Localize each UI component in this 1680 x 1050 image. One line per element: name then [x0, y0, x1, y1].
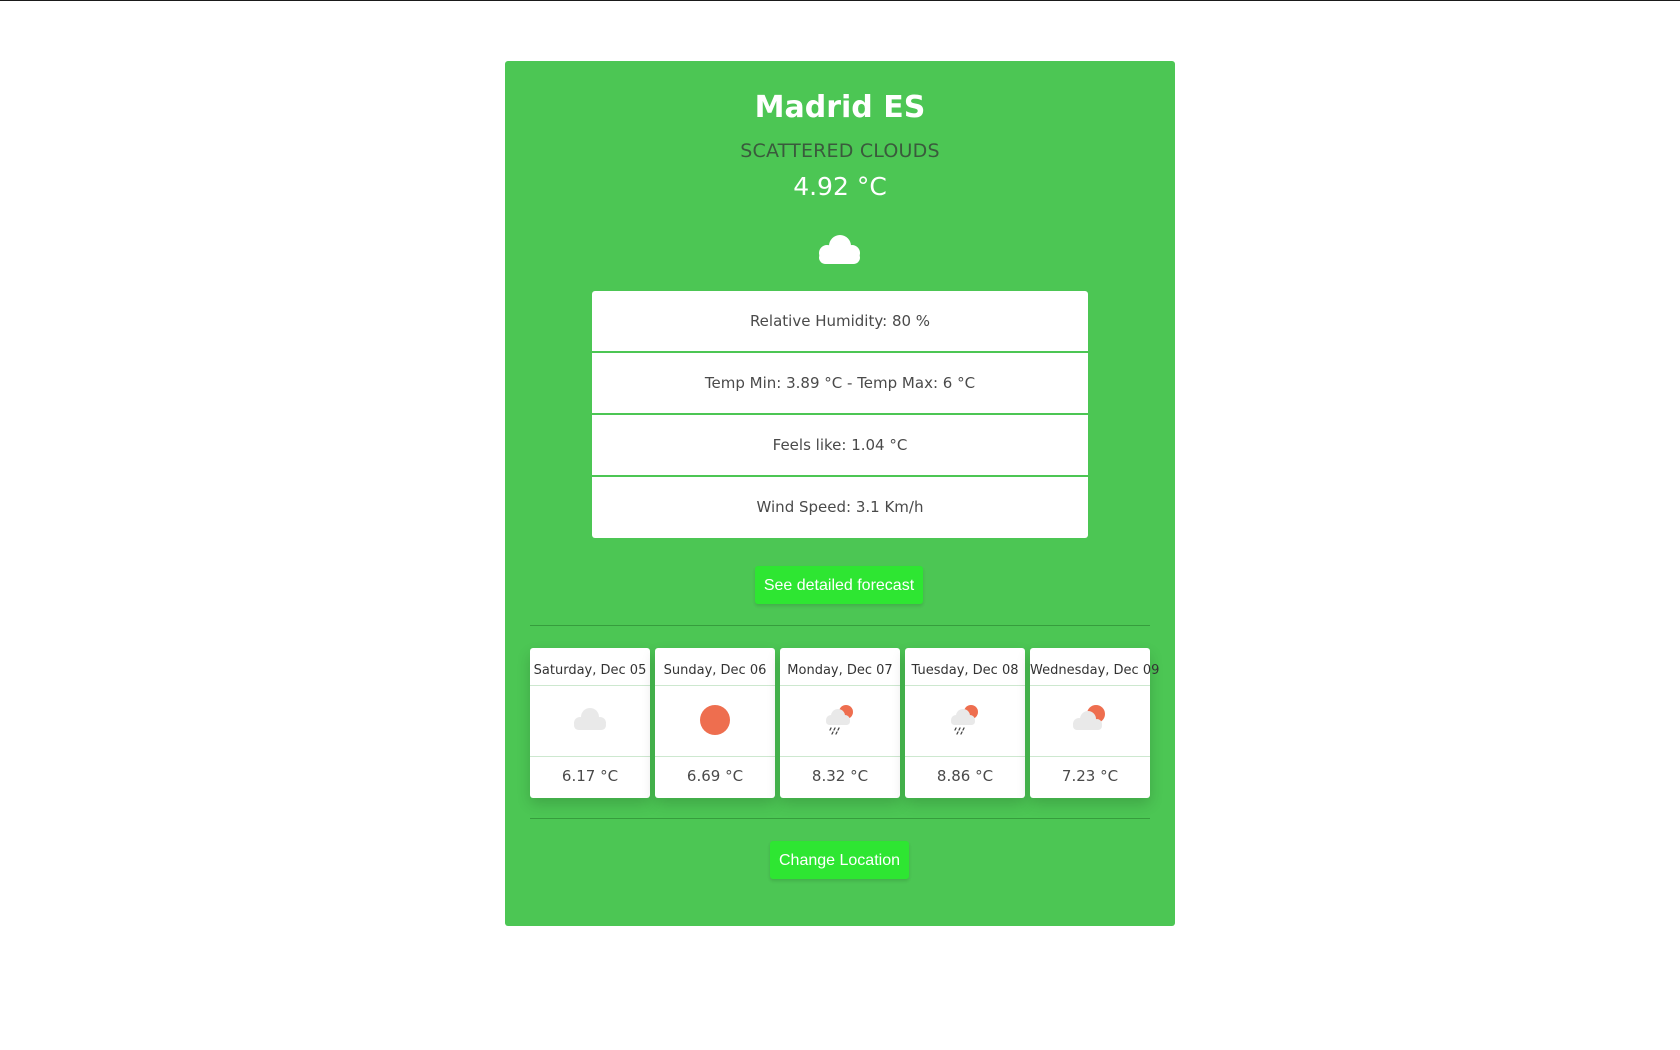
rain-sun-icon [826, 705, 853, 735]
forecast-icon-cell [655, 686, 775, 757]
forecast-day-card: Tuesday, Dec 08 8.86 °C [905, 648, 1025, 798]
wind-speed-row: Wind Speed: 3.1 Km/h [756, 498, 924, 516]
humidity-row: Relative Humidity: 80 % [592, 291, 1088, 353]
top-border [0, 0, 1680, 1]
weather-card: Madrid ES SCATTERED CLOUDS 4.92 °C Relat… [505, 61, 1175, 926]
forecast-icon-cell [530, 686, 650, 757]
forecast-temperature: 6.69 °C [686, 767, 744, 785]
rain-sun-icon [951, 705, 978, 735]
cloud-icon [574, 708, 606, 730]
temp-range-row: Temp Min: 3.89 °C - Temp Max: 6 °C [592, 353, 1088, 415]
divider [530, 625, 1150, 626]
details-panel: Relative Humidity: 80 % Temp Min: 3.89 °… [592, 291, 1088, 538]
detailed-forecast-button[interactable]: See detailed forecast [755, 566, 923, 604]
forecast-temperature: 7.23 °C [1061, 767, 1119, 785]
cloud-sun-icon [1073, 705, 1105, 730]
change-location-button[interactable]: Change Location [770, 841, 909, 879]
forecast-icon-cell [905, 686, 1025, 757]
divider [530, 818, 1150, 819]
cloud-icon [813, 231, 865, 267]
forecast-day-card: Saturday, Dec 05 6.17 °C [530, 648, 650, 798]
forecast-day-name: Tuesday, Dec 08 [905, 648, 1025, 686]
city-title: Madrid ES [754, 90, 926, 125]
forecast-day-name: Sunday, Dec 06 [655, 648, 775, 686]
forecast-list: Saturday, Dec 05 6.17 °C Sunday, Dec 06 [530, 648, 1159, 798]
forecast-temperature: 8.32 °C [811, 767, 869, 785]
sun-icon [700, 705, 730, 735]
forecast-day-name: Monday, Dec 07 [780, 648, 900, 686]
feels-like-row: Feels like: 1.04 °C [592, 415, 1088, 477]
forecast-day-name: Wednesday, Dec 09 [1030, 648, 1159, 686]
forecast-day-name: Saturday, Dec 05 [530, 648, 650, 686]
forecast-day-card: Sunday, Dec 06 6.69 °C [655, 648, 775, 798]
forecast-temperature: 6.17 °C [561, 767, 619, 785]
forecast-day-card: Wednesday, Dec 09 7.23 °C [1030, 648, 1159, 798]
forecast-icon-cell [1030, 686, 1150, 757]
current-temperature: 4.92 °C [793, 172, 887, 201]
weather-description: SCATTERED CLOUDS [740, 140, 940, 162]
forecast-temperature: 8.86 °C [936, 767, 994, 785]
forecast-day-card: Monday, Dec 07 8.32 °C [780, 648, 900, 798]
forecast-icon-cell [780, 686, 900, 757]
